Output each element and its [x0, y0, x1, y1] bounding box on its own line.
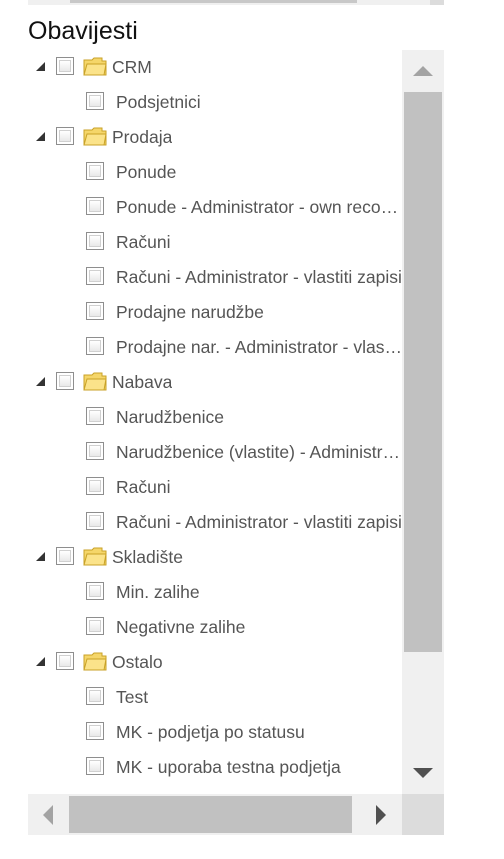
checkbox-icon[interactable] — [86, 582, 104, 600]
tree-leaf-label[interactable]: Ponude — [116, 162, 176, 182]
expand-triangle-icon[interactable] — [36, 132, 45, 141]
checkbox-icon[interactable] — [56, 547, 74, 565]
tree-leaf-node[interactable]: Računi — [28, 470, 402, 505]
tree-leaf-label[interactable]: Negativne zalihe — [116, 617, 245, 637]
tree-group-label[interactable]: Prodaja — [112, 127, 172, 147]
tree-leaf-node[interactable]: Min. zalihe — [28, 575, 402, 610]
tree-leaf-node[interactable]: Računi - Administrator - vlastiti zapisi — [28, 260, 402, 295]
checkbox-icon[interactable] — [56, 127, 74, 145]
checkbox-icon[interactable] — [86, 477, 104, 495]
folder-icon — [83, 56, 107, 76]
tree-leaf-node[interactable]: Računi - Administrator - vlastiti zapisi — [28, 505, 402, 540]
checkbox-icon[interactable] — [86, 92, 104, 110]
checkbox-icon[interactable] — [86, 722, 104, 740]
tree-leaf-node[interactable]: Narudžbenice (vlastite) - Administrator — [28, 435, 402, 470]
folder-icon — [83, 126, 107, 146]
tree-group-label[interactable]: Nabava — [112, 372, 172, 392]
checkbox-icon[interactable] — [86, 162, 104, 180]
tree-group-node[interactable]: Prodaja — [28, 120, 402, 155]
section-title: Obavijesti — [28, 17, 138, 45]
tree-leaf-node[interactable]: Ponude — [28, 155, 402, 190]
tree-leaf-label[interactable]: MK - podjetja po statusu — [116, 722, 305, 742]
checkbox-icon[interactable] — [86, 267, 104, 285]
tree-group-label[interactable]: Skladište — [112, 547, 183, 567]
tree-leaf-label[interactable]: Min. zalihe — [116, 582, 200, 602]
checkbox-icon[interactable] — [86, 337, 104, 355]
checkbox-icon[interactable] — [86, 617, 104, 635]
tree-panel: CRM Podsjetnici Prodaja Ponude Ponude - Admi… — [28, 50, 444, 835]
checkbox-icon[interactable] — [86, 757, 104, 775]
expand-triangle-icon[interactable] — [36, 62, 45, 71]
tree-leaf-label[interactable]: Računi — [116, 232, 170, 252]
scroll-right-arrow-icon[interactable] — [361, 794, 402, 835]
horizontal-scrollbar-thumb[interactable] — [69, 796, 352, 833]
scroll-up-arrow-icon[interactable] — [402, 50, 444, 92]
vertical-scrollbar[interactable] — [402, 50, 444, 794]
tree-group-node[interactable]: Ostalo — [28, 645, 402, 680]
checkbox-icon[interactable] — [86, 512, 104, 530]
checkbox-icon[interactable] — [86, 442, 104, 460]
tree-leaf-label[interactable]: Računi - Administrator - vlastiti zapisi — [116, 267, 402, 287]
checkbox-icon[interactable] — [86, 687, 104, 705]
scroll-left-arrow-icon[interactable] — [28, 794, 69, 835]
tree-group-label[interactable]: CRM — [112, 57, 152, 77]
vertical-scrollbar-thumb[interactable] — [404, 92, 442, 652]
tree-leaf-node[interactable]: Test — [28, 680, 402, 715]
expand-triangle-icon[interactable] — [36, 377, 45, 386]
tree-leaf-label[interactable]: MK - uporaba testna podjetja — [116, 757, 341, 777]
tree-leaf-node[interactable]: Narudžbenice — [28, 400, 402, 435]
tree-group-node[interactable]: Nabava — [28, 365, 402, 400]
tree-leaf-node[interactable]: Računi — [28, 225, 402, 260]
tree-group-node[interactable]: CRM — [28, 50, 402, 85]
tree-leaf-label[interactable]: Ponude - Administrator - own records — [116, 197, 402, 217]
tree-leaf-label[interactable]: Test — [116, 687, 148, 707]
expand-triangle-icon[interactable] — [36, 657, 45, 666]
tree-leaf-node[interactable]: MK - podjetja po statusu — [28, 715, 402, 750]
horizontal-scrollbar[interactable] — [28, 794, 402, 835]
tree-leaf-node[interactable]: Negativne zalihe — [28, 610, 402, 645]
checkbox-icon[interactable] — [86, 197, 104, 215]
top-scrollbar-segment — [430, 0, 444, 5]
tree-group-node[interactable]: Skladište — [28, 540, 402, 575]
checkbox-icon[interactable] — [86, 232, 104, 250]
folder-icon — [83, 546, 107, 566]
tree-leaf-label[interactable]: Narudžbenice (vlastite) - Administrator — [116, 442, 402, 462]
tree-leaf-node[interactable]: Ponude - Administrator - own records — [28, 190, 402, 225]
top-scrollbar-thumb[interactable] — [70, 0, 357, 3]
scroll-down-arrow-icon[interactable] — [402, 752, 444, 794]
tree-leaf-label[interactable]: Računi - Administrator - vlastiti zapisi — [116, 512, 402, 532]
tree-leaf-label[interactable]: Prodajne nar. - Administrator - vlastiti… — [116, 337, 402, 357]
folder-icon — [83, 651, 107, 671]
tree-group-label[interactable]: Ostalo — [112, 652, 163, 672]
notification-tree: CRM Podsjetnici Prodaja Ponude Ponude - Admi… — [28, 50, 402, 794]
tree-leaf-label[interactable]: Narudžbenice — [116, 407, 224, 427]
top-scrollbar-remnant[interactable] — [28, 0, 444, 5]
checkbox-icon[interactable] — [86, 407, 104, 425]
checkbox-icon[interactable] — [86, 302, 104, 320]
tree-leaf-node[interactable]: Prodajne narudžbe — [28, 295, 402, 330]
checkbox-icon[interactable] — [56, 57, 74, 75]
tree-leaf-label[interactable]: Prodajne narudžbe — [116, 302, 264, 322]
checkbox-icon[interactable] — [56, 372, 74, 390]
tree-leaf-node[interactable]: MK - uporaba testna podjetja — [28, 750, 402, 785]
tree-leaf-node[interactable]: Podsjetnici — [28, 85, 402, 120]
expand-triangle-icon[interactable] — [36, 552, 45, 561]
folder-icon — [83, 371, 107, 391]
checkbox-icon[interactable] — [56, 652, 74, 670]
tree-leaf-label[interactable]: Računi — [116, 477, 170, 497]
tree-leaf-label[interactable]: Podsjetnici — [116, 92, 201, 112]
tree-leaf-node[interactable]: Prodajne nar. - Administrator - vlastiti… — [28, 330, 402, 365]
scrollbar-corner — [402, 794, 444, 835]
